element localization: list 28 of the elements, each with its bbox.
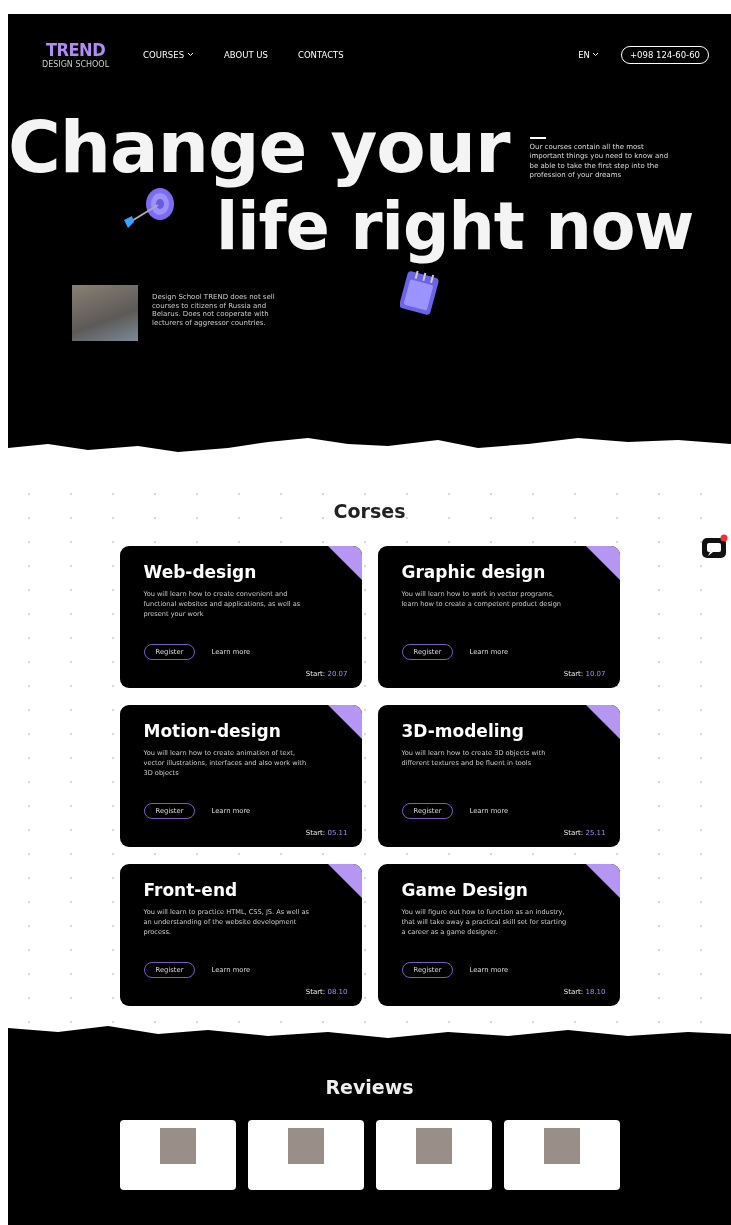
hero-title: life right now [216,189,695,265]
photo-placeholder [415,1128,452,1164]
corner-triangle [327,546,362,580]
course-title: Graphic design [401,562,547,582]
photo-placeholder [72,285,138,341]
corner-triangle [327,864,362,898]
course-title: 3D-modeling [401,721,525,741]
corner-triangle [585,864,620,898]
course-title: Motion-design [143,721,282,741]
corner-triangle [585,705,620,739]
corner-triangle [327,705,362,739]
corner-triangle [585,546,620,580]
nav-link[interactable]: COURSES [143,49,195,60]
photo-placeholder [543,1128,580,1164]
chat-icon[interactable] [701,534,729,560]
course-title: Web-design [143,562,258,582]
course-title: Game Design [401,880,529,900]
language-selector[interactable]: EN [578,49,599,60]
section-title: Corses [333,500,406,522]
nav-link[interactable]: CONTACTS [297,49,344,60]
nav-link[interactable]: ABOUT US [224,49,268,60]
course-title: Front-end [143,880,239,900]
chevron-down-icon [591,52,599,57]
section-title: Reviews [325,1076,414,1098]
logo[interactable]: TREND [46,40,106,60]
logo-subtitle: DESIGN SCHOOL [42,60,110,69]
photo-placeholder [159,1128,196,1164]
photo-placeholder [287,1128,324,1164]
